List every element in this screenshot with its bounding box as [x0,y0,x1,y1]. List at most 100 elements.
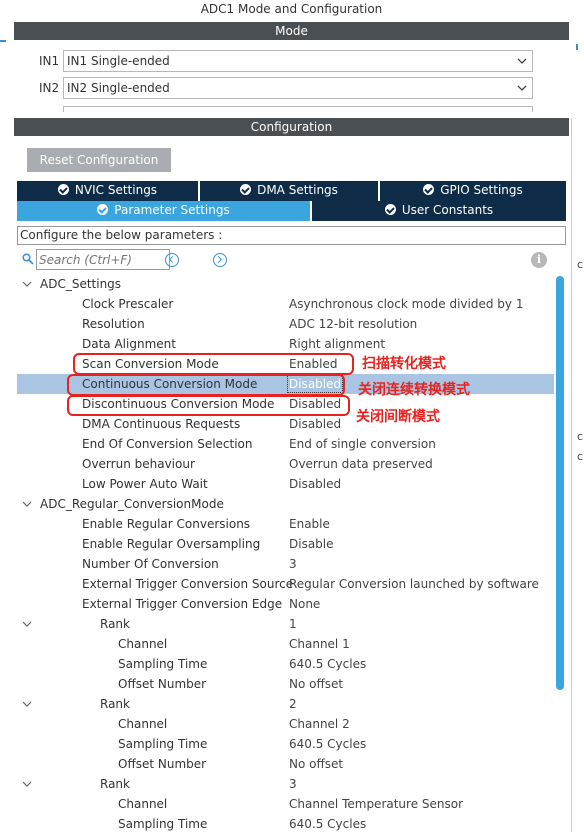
tab-label: User Constants [401,203,494,217]
check-circle-icon [384,204,396,215]
mode-section-header[interactable]: Mode [14,22,569,40]
scrollbar-thumb[interactable] [556,276,564,690]
parameter-row[interactable]: Number Of Conversion 3 [17,554,554,574]
parameter-value[interactable]: Channel 2 [289,714,350,734]
parameter-row[interactable]: Channel Channel 2 [17,714,554,734]
tree-group-row[interactable]: Rank 1 [17,614,554,634]
parameter-row[interactable]: Overrun behaviour Overrun data preserved [17,454,554,474]
parameter-row[interactable]: External Trigger Conversion Source Regula… [17,574,554,594]
parameter-row[interactable]: Offset Number No offset [17,754,554,774]
parameter-value[interactable]: Asynchronous clock mode divided by 1 [289,294,523,314]
parameter-row[interactable]: Enable Regular Conversions Enable [17,514,554,534]
parameter-name: Rank [100,617,130,631]
parameter-value[interactable]: 3 [289,554,297,574]
configuration-section-header[interactable]: Configuration [14,118,569,136]
parameter-row[interactable]: Offset Number No offset [17,674,554,694]
check-circle-icon [97,204,109,215]
parameter-value[interactable]: Channel Temperature Sensor [289,794,463,814]
chevron-down-icon [517,85,527,91]
parameter-name: Sampling Time [118,817,208,831]
search-input[interactable] [36,249,170,270]
chevron-down-icon[interactable] [22,499,32,509]
reset-configuration-button[interactable]: Reset Configuration [27,148,171,172]
tab-gpio-settings[interactable]: GPIO Settings [380,181,566,201]
parameter-value[interactable]: No offset [289,754,343,774]
parameter-value[interactable]: Disable [289,534,334,554]
parameter-row[interactable]: Channel Channel Temperature Sensor [17,794,554,814]
parameter-name: Channel [118,637,168,651]
chevron-down-icon[interactable] [22,779,32,789]
parameter-value[interactable]: Right alignment [289,334,385,354]
right-edge-fragment: c [577,450,584,463]
tree-group-row[interactable]: ADC_Settings [17,274,554,294]
mode-row-clipped [63,106,533,112]
tree-group-row[interactable]: ADC_Regular_ConversionMode [17,494,554,514]
parameter-row[interactable]: Sampling Time 640.5 Cycles [17,734,554,754]
parameter-row[interactable]: Sampling Time 640.5 Cycles [17,814,554,832]
tab-parameter-settings[interactable]: Parameter Settings [17,201,311,221]
parameter-row[interactable]: DMA Continuous Requests Disabled [17,414,554,434]
chevron-down-icon [517,58,527,64]
chevron-down-icon[interactable] [22,619,32,629]
parameter-value[interactable]: Enable [289,514,330,534]
parameter-row[interactable]: Sampling Time 640.5 Cycles [17,654,554,674]
annotation-scan-note: 扫描转化模式 [362,356,446,372]
parameter-value[interactable]: 640.5 Cycles [289,654,366,674]
search-next-icon[interactable] [213,253,227,267]
right-edge-fragment: c [577,258,584,271]
tab-label: NVIC Settings [74,183,158,197]
left-edge-mark [0,40,6,42]
parameter-row[interactable]: Clock Prescaler Asynchronous clock mode d… [17,294,554,314]
parameter-row[interactable]: External Trigger Conversion Edge None [17,594,554,614]
tab-user-constants[interactable]: User Constants [312,201,566,221]
parameter-row[interactable]: Data Alignment Right alignment [17,334,554,354]
parameter-name: Sampling Time [118,737,208,751]
right-edge-mark [576,44,578,50]
parameter-row[interactable]: End Of Conversion Selection End of single… [17,434,554,454]
search-previous-icon[interactable] [165,253,179,267]
tree-group-row[interactable]: Rank 2 [17,694,554,714]
parameter-value[interactable]: Regular Conversion launched by software [289,574,539,594]
in1-select[interactable]: IN1 Single-ended [63,50,533,72]
parameter-value[interactable]: 640.5 Cycles [289,734,366,754]
parameter-name: Channel [118,797,168,811]
parameter-row[interactable]: Resolution ADC 12-bit resolution [17,314,554,334]
tab-label: DMA Settings [257,183,338,197]
parameter-name: Sampling Time [118,657,208,671]
parameter-value: 2 [289,697,297,711]
info-icon[interactable]: i [531,252,547,268]
parameter-value[interactable]: Channel 1 [289,634,350,654]
annotation-box-continuous [67,374,345,396]
parameter-name: Offset Number [118,677,207,691]
tab-dma-settings[interactable]: DMA Settings [200,181,379,201]
parameter-value: 3 [289,777,297,791]
tree-group-row[interactable]: Rank 3 [17,774,554,794]
page-title: ADC1 Mode and Configuration [200,2,383,16]
parameter-name: External Trigger Conversion Source [82,577,294,591]
parameter-value[interactable]: Disabled [289,414,341,434]
parameter-value[interactable]: ADC 12-bit resolution [289,314,417,334]
parameter-value[interactable]: Overrun data preserved [289,454,433,474]
check-circle-icon [240,184,252,195]
check-circle-icon [423,184,435,195]
parameter-value[interactable]: No offset [289,674,343,694]
parameter-row[interactable]: Channel Channel 1 [17,634,554,654]
tab-label: GPIO Settings [440,183,523,197]
chevron-down-icon[interactable] [22,699,32,709]
in2-select[interactable]: IN2 Single-ended [63,77,533,99]
parameter-name: Low Power Auto Wait [82,477,208,491]
parameter-row[interactable]: Low Power Auto Wait Disabled [17,474,554,494]
parameter-name: Offset Number [118,757,207,771]
parameter-name: ADC_Settings [40,277,122,291]
parameter-value[interactable]: End of single conversion [289,434,436,454]
parameter-value[interactable]: Disabled [289,474,341,494]
parameter-name: Data Alignment [82,337,176,351]
parameter-value[interactable]: 640.5 Cycles [289,814,366,832]
in2-select-value: IN2 Single-ended [67,81,170,95]
chevron-down-icon[interactable] [22,279,32,289]
parameter-value[interactable]: None [289,594,320,614]
parameter-row[interactable]: Enable Regular Oversampling Disable [17,534,554,554]
parameter-name: Rank [100,697,130,711]
tab-nvic-settings[interactable]: NVIC Settings [17,181,199,201]
parameter-name: Enable Regular Conversions [82,517,251,531]
